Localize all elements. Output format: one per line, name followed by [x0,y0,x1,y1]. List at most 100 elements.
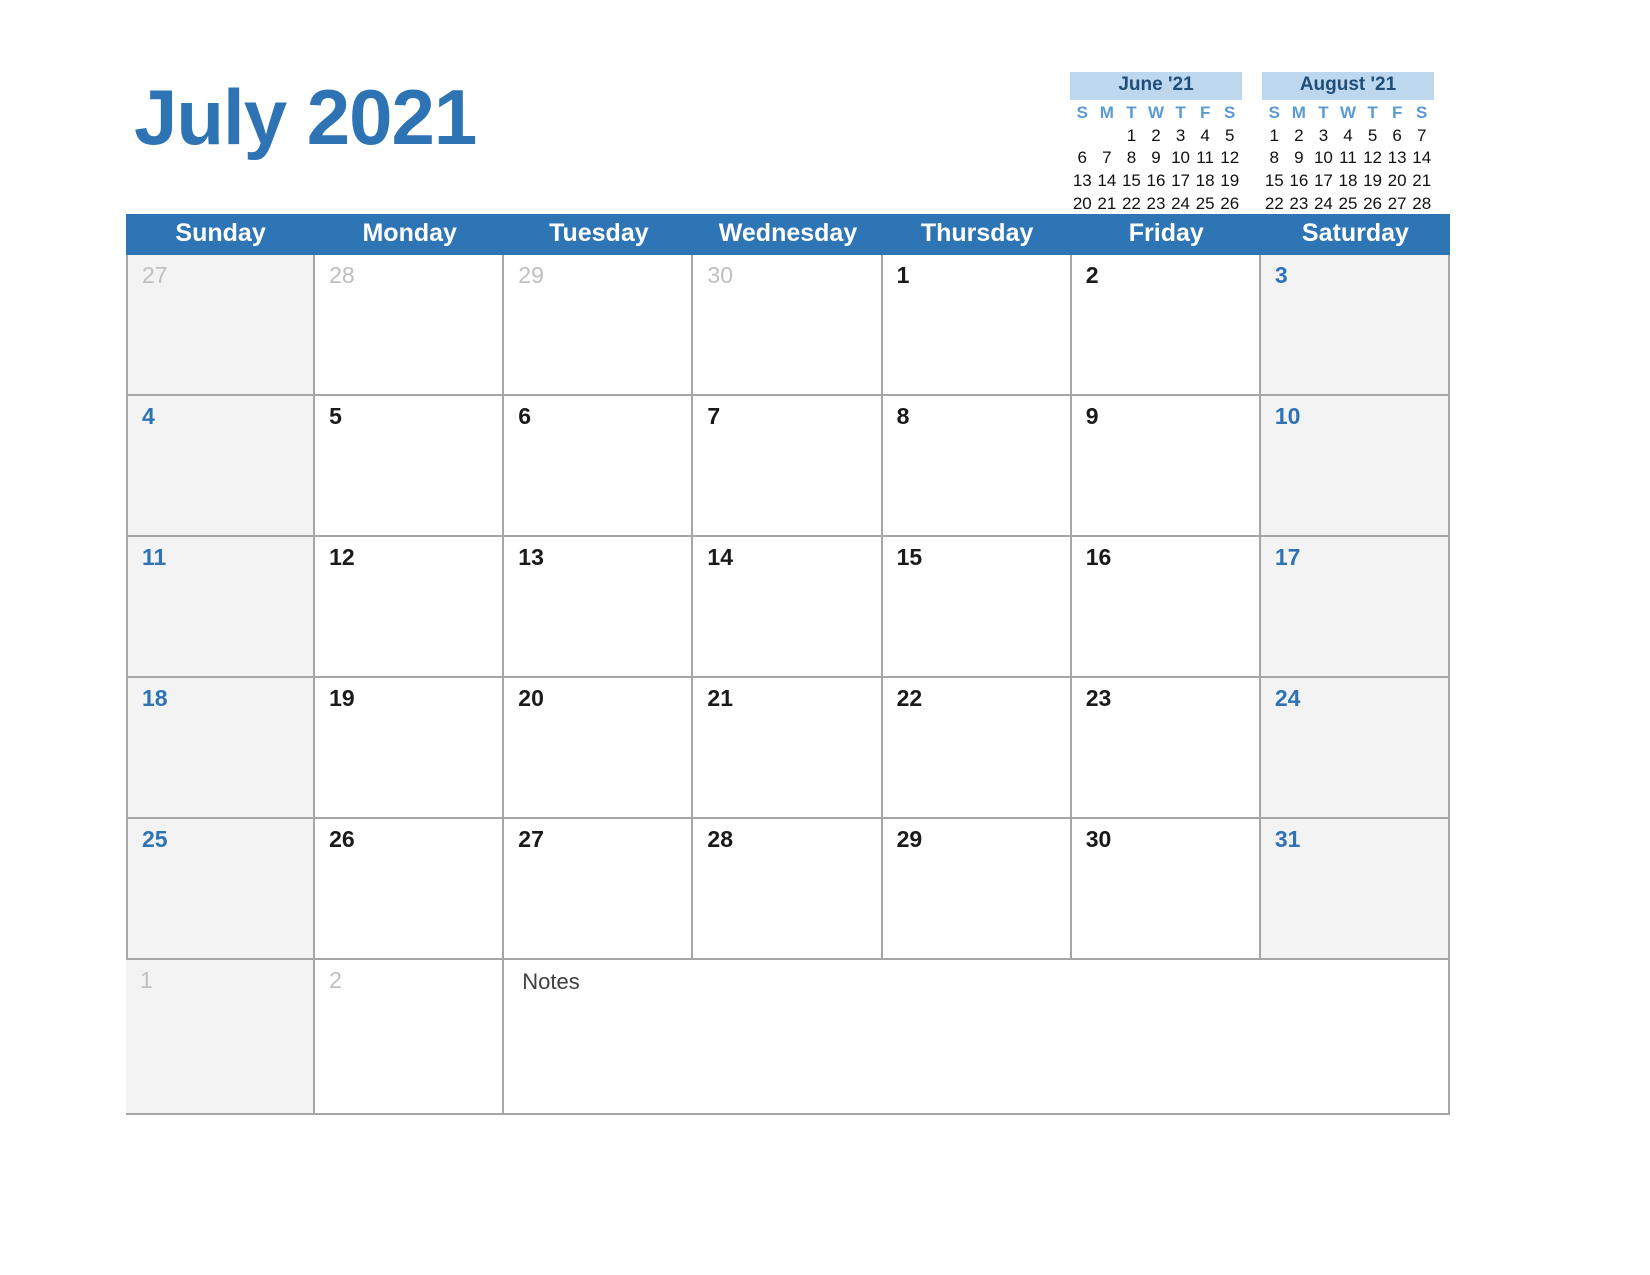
day-cell[interactable]: 15 [882,536,1072,678]
day-number: 28 [329,261,355,288]
day-number: 30 [707,261,734,288]
day-number: 24 [1274,684,1301,711]
mini-dow-tuesday: T [1318,102,1329,122]
day-cell[interactable]: 27 [504,818,694,960]
day-number: 28 [707,825,734,852]
mini-dow-wednesday: W [1339,102,1357,122]
day-cell[interactable]: 10 [1260,395,1450,537]
day-number: 6 [518,402,532,429]
day-cell[interactable]: 1 [882,254,1072,396]
day-cell[interactable]: 30 [693,254,883,396]
day-cell[interactable]: 20 [504,677,694,819]
mini-day: 20 [1387,171,1407,191]
day-cell[interactable]: 6 [504,395,694,537]
mini-dow-thursday: T [1175,102,1186,122]
day-cell[interactable]: 21 [693,677,883,819]
day-cell[interactable]: 19 [315,677,505,819]
mini-day: 15 [1121,171,1141,191]
mini-day: 9 [1151,148,1161,168]
mini-day: 24 [1171,193,1191,213]
day-number: 22 [896,684,923,711]
mini-day: 17 [1313,171,1333,191]
day-cell[interactable]: 16 [1071,536,1261,678]
mini-day: 12 [1363,148,1383,168]
day-cell[interactable]: 29 [882,818,1072,960]
mini-day: 7 [1102,148,1112,168]
day-number: 4 [142,402,155,429]
day-cell[interactable]: 7 [693,395,883,537]
day-cell[interactable]: 25 [126,818,316,960]
mini-day: 18 [1338,171,1358,191]
day-cell[interactable]: 26 [315,818,505,960]
day-number: 25 [142,825,168,852]
day-cell[interactable]: 5 [315,395,505,537]
weekday-header-friday: Friday [1128,219,1204,247]
day-cell[interactable]: 31 [1260,818,1450,960]
mini-day: 24 [1313,193,1333,213]
day-number: 2 [329,966,342,993]
mini-day: 25 [1338,193,1358,213]
day-cell[interactable]: 3 [1260,254,1450,396]
day-number: 5 [329,402,342,429]
mini-day: 25 [1195,193,1215,213]
mini-calendar-title: June '21 [1070,72,1242,100]
mini-day: 18 [1195,171,1215,191]
day-number: 20 [518,684,544,711]
day-number: 3 [1274,261,1288,288]
day-cell[interactable]: 29 [504,254,694,396]
day-cell[interactable]: 1 [126,959,316,1115]
day-cell[interactable]: 27 [126,254,316,396]
mini-day: 17 [1171,171,1191,191]
mini-day: 4 [1200,125,1210,145]
day-number: 21 [707,684,734,711]
day-cell[interactable]: 2 [315,959,505,1115]
mini-day: 16 [1146,171,1166,191]
mini-day: 2 [1151,125,1161,145]
mini-calendar-next-month: August '21 S M T W T F S 1 2 3 4 5 6 7 8… [1262,72,1434,238]
mini-day: 10 [1313,148,1333,168]
day-cell[interactable]: 17 [1260,536,1450,678]
day-number: 27 [142,261,168,288]
day-number: 17 [1274,543,1301,570]
day-number: 7 [707,402,721,429]
day-cell[interactable]: 24 [1260,677,1450,819]
day-cell[interactable]: 9 [1071,395,1261,537]
weekday-header-wednesday: Wednesday [718,219,858,247]
day-cell[interactable]: 12 [315,536,505,678]
day-cell[interactable]: 13 [504,536,694,678]
day-cell[interactable]: 14 [693,536,883,678]
day-number: 16 [1085,543,1112,570]
mini-dow-wednesday: W [1147,102,1165,122]
weekday-header-tuesday: Tuesday [549,219,649,247]
day-cell[interactable]: 28 [315,254,505,396]
day-cell[interactable]: 30 [1071,818,1261,960]
mini-day: 5 [1367,125,1378,145]
day-cell[interactable]: 28 [693,818,883,960]
mini-day: 19 [1220,171,1240,191]
mini-dow-tuesday: T [1126,102,1137,122]
day-cell[interactable]: 23 [1071,677,1261,819]
day-number: 29 [896,825,923,852]
week-rows: 27 28 29 30 1 2 3 4 5 6 7 8 9 10 11 12 13 14 15 16 17 18 19 20 2… [126,254,1450,960]
mini-day: 3 [1175,125,1186,145]
mini-dow-monday: M [1291,102,1306,122]
day-number: 29 [518,261,544,288]
notes-cell[interactable]: Notes [504,959,1450,1115]
day-number: 15 [896,543,923,570]
mini-dow-monday: M [1099,102,1114,122]
mini-day: 20 [1072,193,1092,213]
mini-dow-friday: F [1391,102,1403,122]
day-cell[interactable]: 18 [126,677,316,819]
day-cell[interactable]: 2 [1071,254,1261,396]
day-cell[interactable]: 11 [126,536,316,678]
mini-day: 26 [1363,193,1383,213]
day-number: 30 [1085,825,1112,852]
notes-label: Notes [522,968,580,994]
day-cell[interactable]: 4 [126,395,316,537]
mini-day: 14 [1097,171,1117,191]
day-cell[interactable]: 22 [882,677,1072,819]
day-cell[interactable]: 8 [882,395,1072,537]
day-number: 23 [1085,684,1112,711]
week-row: 4 5 6 7 8 9 10 [126,395,1450,537]
mini-day: 22 [1121,193,1141,213]
